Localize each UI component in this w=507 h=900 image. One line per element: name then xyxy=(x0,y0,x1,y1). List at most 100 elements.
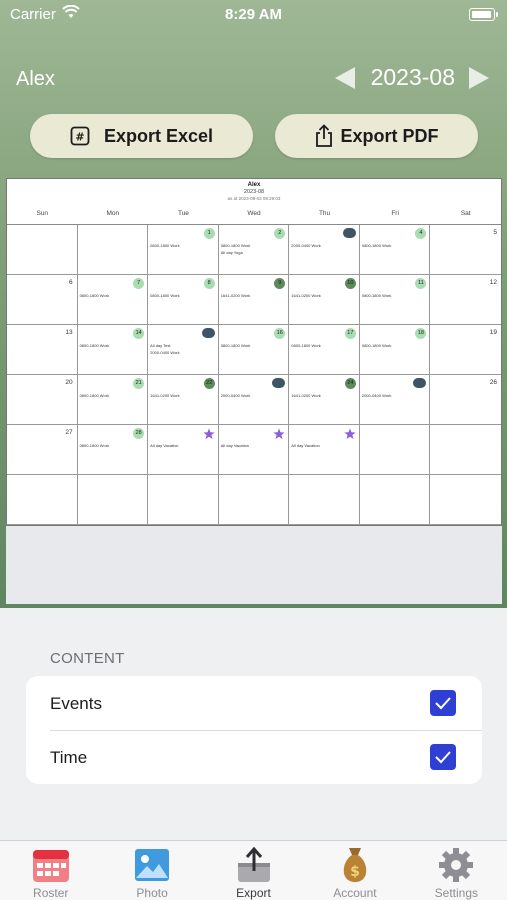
calendar-day-cell: All day Vacation xyxy=(148,425,219,475)
next-month-icon[interactable] xyxy=(469,66,489,89)
calendar-event: 1641-0200 Work xyxy=(291,293,321,298)
sheet-header: Alex 2023-08 as at 2023-09-03 08:29:03 xyxy=(7,179,501,207)
export-icon xyxy=(235,847,273,883)
checkbox-checked-icon[interactable] xyxy=(430,690,456,716)
export-pdf-label: Export PDF xyxy=(340,125,439,146)
calendar-day-cell: 22 1641-0200 Work xyxy=(148,375,219,425)
tab-label: Photo xyxy=(136,886,168,900)
day-number-badge: 28 xyxy=(133,428,145,439)
tab-export[interactable]: Export xyxy=(203,841,304,900)
calendar-day-cell xyxy=(359,425,431,475)
calendar-day-cell: 3 2000-0400 Work xyxy=(289,225,360,275)
export-pdf-button[interactable]: Export PDF xyxy=(275,114,478,158)
day-number: 19 xyxy=(489,329,497,336)
user-name: Alex xyxy=(16,68,55,90)
star-icon xyxy=(344,428,356,440)
calendar-day-cell: 19 xyxy=(430,325,501,375)
day-number-badge: 2 xyxy=(274,228,286,239)
pdf-preview: Alex 2023-08 as at 2023-09-03 08:29:03 S… xyxy=(6,178,502,604)
spreadsheet-icon: # xyxy=(70,126,90,146)
content-options-card: Events Time xyxy=(26,676,482,784)
option-row-time[interactable]: Time xyxy=(26,730,482,784)
day-number-badge: 18 xyxy=(415,328,427,339)
calendar-event: 0800-1800 Work xyxy=(79,293,110,298)
tab-settings[interactable]: Settings xyxy=(406,841,507,900)
weekday-label: Mon xyxy=(106,210,120,217)
battery-icon xyxy=(469,8,498,21)
calendar-day-cell: 27 xyxy=(7,425,78,475)
calendar-day-cell: 15 All day Test 2000-0400 Work xyxy=(148,325,219,375)
share-icon xyxy=(314,124,334,148)
calendar-event: 2000-0400 Work xyxy=(150,350,180,355)
calendar-day-cell: 10 1641-0200 Work xyxy=(289,275,360,325)
calendar-day-cell: 28 0800-1800 Work xyxy=(77,425,149,475)
weekday-header: Sun Mon Tue Wed Thu Fri Sat xyxy=(7,207,501,225)
calendar-day-cell: 9 1641-0200 Work xyxy=(218,275,290,325)
calendar-day-cell: 1 0800-1800 Work xyxy=(148,225,219,275)
day-number: 13 xyxy=(65,329,73,336)
calendar-day-cell: 23 2000-0400 Work xyxy=(218,375,290,425)
night-shift-icon: 3 xyxy=(342,228,356,238)
calendar-event: 0800-1800 Work xyxy=(361,293,392,298)
day-number: 12 xyxy=(489,279,497,286)
weekday-label: Sat xyxy=(460,210,471,217)
calendar-day-cell xyxy=(77,475,149,525)
content-section: CONTENT Events Time xyxy=(0,608,507,840)
calendar-event: 0800-1800 Work xyxy=(79,343,110,348)
day-number-badge: 24 xyxy=(344,378,356,389)
tab-label: Roster xyxy=(33,886,69,900)
checkbox-checked-icon[interactable] xyxy=(430,744,456,770)
calendar-event: 0800-1800 Work xyxy=(361,243,392,248)
calendar-day-cell: 4 0800-1800 Work xyxy=(359,225,431,275)
calendar-event: 2000-0400 Work xyxy=(291,243,321,248)
calendar-day-cell: 7 0800-1800 Work xyxy=(77,275,149,325)
tab-account[interactable]: $ Account xyxy=(304,841,405,900)
calendar-day-cell xyxy=(7,225,78,275)
export-excel-label: Export Excel xyxy=(103,125,214,146)
calendar-event: 0800-1800 Work xyxy=(220,343,251,348)
calendar-day-cell xyxy=(359,475,431,525)
calendar-day-cell: 8 0800-1800 Work xyxy=(148,275,219,325)
day-number-badge: 10 xyxy=(344,278,356,289)
previous-month-icon[interactable] xyxy=(334,66,355,89)
tab-photo[interactable]: Photo xyxy=(101,841,202,900)
calendar-event: 0800-1800 Work xyxy=(291,343,321,348)
sheet-title: Alex xyxy=(247,182,261,188)
calendar-event: 0800-1800 Work xyxy=(150,243,180,248)
calendar-event: All day Vacation xyxy=(291,443,320,448)
day-number-badge: 14 xyxy=(133,328,145,339)
option-label: Time xyxy=(50,748,88,767)
export-excel-button[interactable]: # Export Excel xyxy=(30,114,253,158)
calendar-event: 1641-0200 Work xyxy=(291,393,321,398)
day-number-badge: 4 xyxy=(415,228,427,239)
svg-text:#: # xyxy=(75,131,84,144)
weekday-label: Tue xyxy=(177,210,189,217)
sheet-month: 2023-08 xyxy=(243,189,265,195)
calendar-day-cell: 18 0800-1800 Work xyxy=(359,325,431,375)
weekday-label: Thu xyxy=(318,210,331,217)
option-row-events[interactable]: Events xyxy=(26,676,482,730)
status-bar: Carrier 8:29 AM xyxy=(0,0,507,30)
option-label: Events xyxy=(50,694,102,713)
day-number: 5 xyxy=(493,229,497,236)
calendar-event: 0800-1800 Work xyxy=(361,343,392,348)
day-number-badge: 17 xyxy=(344,328,356,339)
day-number: 20 xyxy=(65,379,73,386)
night-shift-icon: 23 xyxy=(272,378,286,388)
calendar-event: All day Vacation xyxy=(220,443,250,448)
calendar-event: All day Yoga xyxy=(220,250,243,255)
photo-icon xyxy=(133,847,171,883)
tab-label: Export xyxy=(236,886,271,900)
tab-bar: Roster Photo Export $ Account Settings xyxy=(0,840,507,900)
day-number-badge: 11 xyxy=(415,278,427,289)
calendar-day-cell: 21 0800-1800 Work xyxy=(77,375,149,425)
day-number-badge: 16 xyxy=(274,328,286,339)
day-number: 6 xyxy=(68,279,73,286)
calendar-day-cell xyxy=(430,425,501,475)
calendar-day-cell: 20 xyxy=(7,375,78,425)
tab-label: Settings xyxy=(434,886,478,900)
day-number: 27 xyxy=(65,429,73,436)
calendar-day-cell: 14 0800-1800 Work xyxy=(77,325,149,375)
tab-roster[interactable]: Roster xyxy=(0,841,101,900)
calendar-day-cell: 6 xyxy=(7,275,78,325)
